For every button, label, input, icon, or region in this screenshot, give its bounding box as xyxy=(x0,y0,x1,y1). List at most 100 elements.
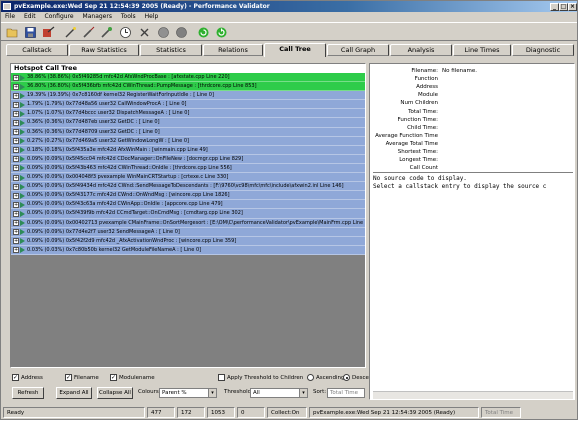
tab-diagnostic[interactable]: Diagnostic xyxy=(512,44,574,56)
expand-icon[interactable]: + xyxy=(13,138,19,145)
title-bar[interactable]: pvExample.exe:Wed Sep 21 12:54:39 2005 (… xyxy=(1,1,577,12)
table-row[interactable]: +0.09% (0.09%) 0x5f439f9b mfc42d CCmdTar… xyxy=(11,209,365,219)
expand-icon[interactable]: + xyxy=(13,247,19,254)
threshold-dropdown-icon[interactable]: ▾ xyxy=(299,389,307,397)
detail-field-label: Address xyxy=(416,84,438,91)
colours-select[interactable]: Parent % ▾ xyxy=(159,388,217,398)
filename-check-box[interactable]: ✓ xyxy=(65,374,72,381)
table-row[interactable]: +0.09% (0.09%) 0x5f43177c mfc42d CWnd::O… xyxy=(11,191,365,201)
expand-icon[interactable]: + xyxy=(13,174,19,181)
modulename-checkbox[interactable]: ✓ Modulename xyxy=(110,374,155,381)
tab-raw-statistics[interactable]: Raw Statistics xyxy=(69,44,139,56)
source-code-view[interactable]: No source code to display. Select a call… xyxy=(373,172,573,398)
table-row[interactable]: +0.18% (0.18%) 0x5f435a3e mfc42d AfxWinM… xyxy=(11,145,365,155)
table-row[interactable]: +0.09% (0.09%) 0x5f42f2d9 mfc42d _AfxAct… xyxy=(11,236,365,246)
table-row[interactable]: +0.09% (0.09%) 0x5f43b463 mfc42d CWinThr… xyxy=(11,163,365,174)
sort-select[interactable]: Total Time xyxy=(327,388,365,398)
expand-icon[interactable]: + xyxy=(13,110,19,117)
ascending-radio-dot[interactable] xyxy=(307,374,314,381)
expand-all-button[interactable]: Expand All xyxy=(56,387,92,399)
tab-callstack[interactable]: Callstack xyxy=(6,44,68,56)
ascending-radio[interactable]: Ascending xyxy=(307,374,345,381)
wand-icon[interactable] xyxy=(63,25,78,40)
status-count-4: 0 xyxy=(237,407,265,418)
expand-icon[interactable]: + xyxy=(13,229,19,236)
apply-threshold-checkbox[interactable]: Apply Threshold to Children xyxy=(218,374,303,381)
table-row[interactable]: +0.09% (0.09%) 0x5f49434d mfc42d CWnd::S… xyxy=(11,182,365,192)
tab-call-graph[interactable]: Call Graph xyxy=(327,44,389,56)
modulename-check-box[interactable]: ✓ xyxy=(110,374,117,381)
table-row[interactable]: +38.86% (38.86%) 0x5f49285d mfc42d AfxWn… xyxy=(11,73,365,83)
row-text: 0.09% (0.09%) 0x5f45cc04 mfc42d CDocMana… xyxy=(27,155,244,162)
toolbar xyxy=(1,22,577,41)
record-icon[interactable] xyxy=(174,25,189,40)
expand-icon[interactable]: + xyxy=(13,156,19,163)
table-row[interactable]: +1.07% (1.07%) 0x77d4bccc user32 Dispatc… xyxy=(11,109,365,119)
table-row[interactable]: +1.79% (1.79%) 0x77d48a56 user32 CallWin… xyxy=(11,100,365,110)
menu-file[interactable]: File xyxy=(5,13,15,20)
expand-icon[interactable]: + xyxy=(13,92,19,99)
expand-icon[interactable]: + xyxy=(13,129,19,136)
address-check-box[interactable]: ✓ xyxy=(12,374,19,381)
table-row[interactable]: +0.36% (0.36%) 0x77d48709 user32 GetDC :… xyxy=(11,127,365,137)
table-row[interactable]: +36.80% (36.80%) 0x5f436bfb mfc42d CWinT… xyxy=(11,82,365,92)
descending-radio[interactable]: Descen xyxy=(343,374,372,381)
table-row[interactable]: +0.03% (0.03%) 0x7c80b50b kernel32 GetMo… xyxy=(11,245,365,255)
expand-icon[interactable]: + xyxy=(13,220,19,226)
app-icon xyxy=(3,3,11,10)
expand-icon[interactable]: + xyxy=(13,119,19,126)
menu-help[interactable]: Help xyxy=(145,13,159,20)
horizontal-scrollbar[interactable] xyxy=(373,391,573,399)
tab-statistics[interactable]: Statistics xyxy=(140,44,202,56)
expand-icon[interactable]: + xyxy=(13,165,19,172)
expand-icon[interactable]: + xyxy=(13,183,19,190)
tab-call-tree[interactable]: Call Tree xyxy=(264,43,326,57)
expand-icon[interactable]: + xyxy=(13,192,19,199)
colours-dropdown-icon[interactable]: ▾ xyxy=(208,389,216,397)
table-row[interactable]: +0.09% (0.09%) 0x77d4e2f7 user32 SendMes… xyxy=(11,227,365,237)
collapse-all-button[interactable]: Collapse All xyxy=(97,387,133,399)
stop-icon[interactable] xyxy=(137,25,152,40)
refresh-all-icon[interactable] xyxy=(214,25,229,40)
filename-checkbox[interactable]: ✓ Filename xyxy=(65,374,99,381)
tab-line-times[interactable]: Line Times xyxy=(453,44,511,56)
monitor-icon[interactable] xyxy=(99,25,114,40)
table-row[interactable]: +0.36% (0.36%) 0x77d487eb user32 GetDC :… xyxy=(11,118,365,128)
expand-icon[interactable]: + xyxy=(13,101,19,108)
menu-edit[interactable]: Edit xyxy=(24,13,36,20)
expand-icon[interactable]: + xyxy=(13,83,19,90)
minimize-button[interactable]: _ xyxy=(550,3,559,11)
expand-icon[interactable]: + xyxy=(13,238,19,245)
table-row[interactable]: +0.09% (0.09%) 0x00402713 pvexample CMai… xyxy=(11,218,365,228)
maximize-button[interactable]: □ xyxy=(559,3,568,11)
tab-relations[interactable]: Relations xyxy=(203,44,263,56)
row-text: 36.80% (36.80%) 0x5f436bfb mfc42d CWinTh… xyxy=(27,83,257,90)
table-row[interactable]: +0.09% (0.09%) 0x004048f3 pvexample WinM… xyxy=(11,173,365,183)
pause-icon[interactable] xyxy=(156,25,171,40)
menu-managers[interactable]: Managers xyxy=(83,13,112,20)
tab-analysis[interactable]: Analysis xyxy=(390,44,452,56)
call-tree-list[interactable]: +38.86% (38.86%) 0x5f49285d mfc42d AfxWn… xyxy=(11,73,365,255)
refresh-button[interactable]: Refresh xyxy=(12,387,44,399)
expand-icon[interactable]: + xyxy=(13,147,19,154)
expand-icon[interactable]: + xyxy=(13,201,19,208)
table-row[interactable]: +0.09% (0.09%) 0x5f45cc04 mfc42d CDocMan… xyxy=(11,154,365,164)
launch-icon[interactable] xyxy=(41,25,56,40)
open-icon[interactable] xyxy=(5,25,20,40)
table-row[interactable]: +19.39% (19.39%) 0x7c8160df kernel32 Reg… xyxy=(11,91,365,101)
save-icon[interactable] xyxy=(23,25,38,40)
menu-tools[interactable]: Tools xyxy=(121,13,136,20)
clock-icon[interactable] xyxy=(118,25,133,40)
close-button[interactable]: × xyxy=(568,3,577,11)
table-row[interactable]: +0.09% (0.09%) 0x5f43c63a mfc42d CWinApp… xyxy=(11,200,365,210)
apply-threshold-check-box[interactable] xyxy=(218,374,225,381)
menu-configure[interactable]: Configure xyxy=(45,13,74,20)
threshold-select[interactable]: All ▾ xyxy=(250,388,308,398)
refresh-icon[interactable] xyxy=(196,25,211,40)
expand-icon[interactable]: + xyxy=(13,210,19,217)
expand-icon[interactable]: + xyxy=(13,74,19,81)
table-row[interactable]: +0.27% (0.27%) 0x77d469a5 user32 GetWind… xyxy=(11,136,365,146)
descending-radio-dot[interactable] xyxy=(343,374,350,381)
address-checkbox[interactable]: ✓ Address xyxy=(12,374,43,381)
inject-icon[interactable] xyxy=(81,25,96,40)
